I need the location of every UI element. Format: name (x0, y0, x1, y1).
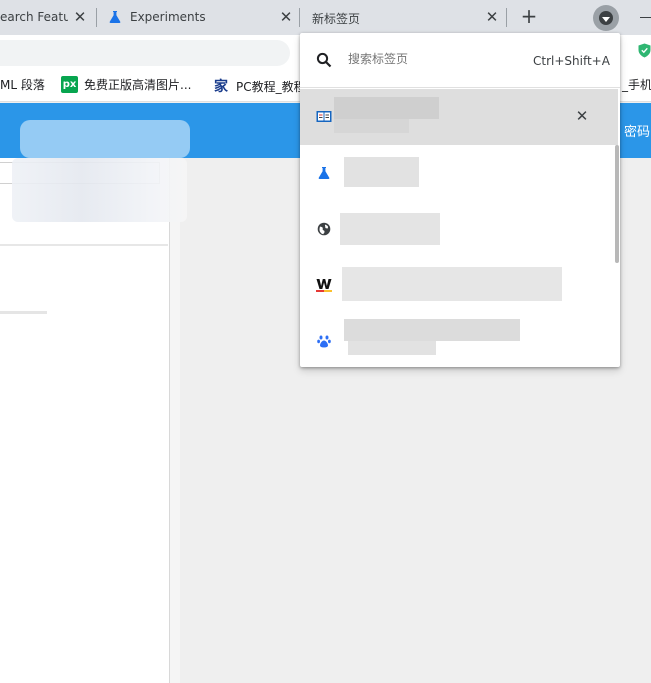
panel-gutter (170, 158, 180, 683)
tab-title: Experiments (130, 10, 206, 24)
tab-result-item[interactable] (300, 313, 618, 369)
tab-strip: earch Featu ✕ Experiments ✕ 新标签页 ✕ + (0, 0, 651, 35)
divider (0, 311, 47, 314)
minimize-icon[interactable] (640, 17, 651, 18)
redacted-title (340, 213, 440, 245)
redacted-title (334, 97, 439, 119)
tab-separator (506, 8, 507, 27)
tab-search-features[interactable]: earch Featu ✕ (0, 0, 95, 35)
tab-result-item[interactable] (300, 145, 618, 201)
shield-icon[interactable] (638, 43, 651, 58)
paw-icon (316, 333, 332, 349)
redacted-url (334, 119, 409, 133)
tab-experiments[interactable]: Experiments ✕ (98, 0, 298, 35)
search-icon (316, 52, 332, 68)
close-icon[interactable]: ✕ (574, 108, 590, 124)
flask-icon (316, 165, 332, 181)
scrollbar[interactable] (615, 145, 619, 263)
keyboard-shortcut: Ctrl+Shift+A (533, 54, 610, 68)
tab-search-bubble: Ctrl+Shift+A ✕ (300, 33, 620, 367)
divider (0, 244, 168, 246)
tab-search-input[interactable] (348, 52, 518, 66)
tab-close-icon[interactable]: ✕ (278, 9, 294, 25)
book-icon (316, 109, 332, 125)
bookmark-item[interactable]: _手机 (622, 76, 651, 93)
left-panel (0, 158, 170, 683)
redacted-title (344, 319, 520, 341)
redacted-title (344, 157, 419, 187)
blurred-region (20, 120, 190, 158)
bookmark-label: _手机 (622, 78, 651, 92)
tab-new-tab[interactable]: 新标签页 ✕ (300, 0, 505, 35)
bookmark-item[interactable]: px 免费正版高清图片... (61, 76, 191, 93)
address-bar[interactable] (0, 40, 290, 66)
tab-close-icon[interactable]: ✕ (484, 9, 500, 25)
tab-search-button[interactable] (593, 5, 619, 31)
flask-icon (109, 11, 121, 23)
header-link[interactable]: 密码 (624, 121, 650, 140)
bookmark-label: 免费正版高清图片... (84, 78, 192, 92)
bookmark-item[interactable]: ML 段落 (0, 76, 45, 93)
tab-title: earch Featu (0, 10, 68, 24)
tab-result-item[interactable] (300, 257, 618, 313)
bookmark-item[interactable]: 家 PC教程_教程 (214, 76, 306, 96)
blurred-region (12, 158, 187, 222)
bookmark-label: ML 段落 (0, 78, 45, 92)
redacted-title (342, 267, 562, 301)
tab-title: 新标签页 (312, 12, 361, 26)
tab-separator (96, 8, 97, 27)
bookmark-label: PC教程_教程 (236, 79, 306, 94)
jia-logo-icon: 家 (214, 79, 228, 95)
px-logo-icon: px (61, 76, 78, 93)
tab-close-icon[interactable]: ✕ (72, 9, 88, 25)
redacted-url (348, 341, 436, 355)
chevron-down-icon (599, 11, 613, 25)
tab-result-item[interactable] (300, 201, 618, 257)
globe-icon (316, 221, 332, 237)
w-logo-icon (316, 277, 332, 293)
new-tab-button[interactable]: + (518, 6, 540, 28)
tab-result-item[interactable]: ✕ (300, 89, 618, 145)
tab-search-row: Ctrl+Shift+A (300, 33, 620, 88)
